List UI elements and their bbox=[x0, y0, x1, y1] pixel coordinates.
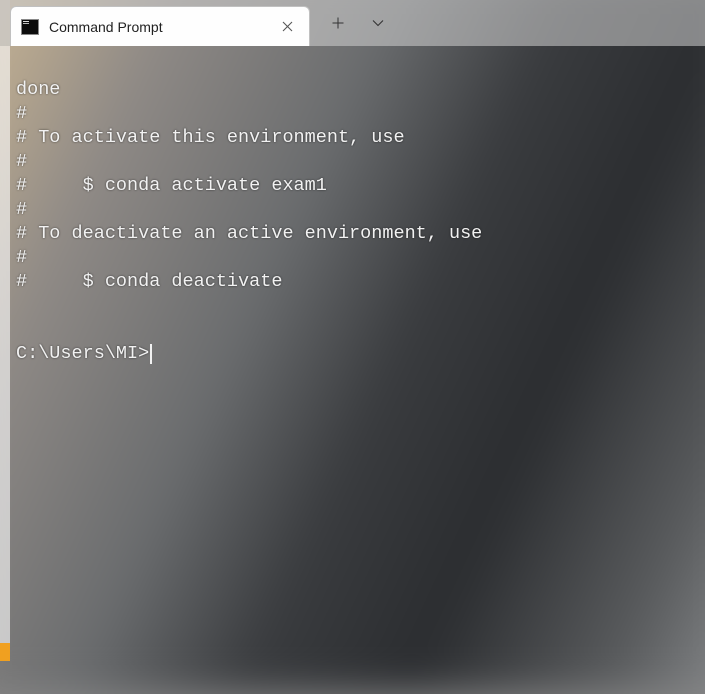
terminal-line: # bbox=[16, 151, 27, 172]
tabbar-actions bbox=[310, 0, 394, 46]
tab-bar: Command Prompt bbox=[0, 0, 705, 46]
text-cursor bbox=[150, 344, 152, 364]
terminal-line: # To deactivate an active environment, u… bbox=[16, 223, 482, 244]
terminal-line: # $ conda deactivate bbox=[16, 271, 282, 292]
terminal-line: # bbox=[16, 247, 27, 268]
chevron-down-icon bbox=[372, 19, 384, 27]
plus-icon bbox=[332, 17, 344, 29]
prompt-line: C:\Users\MI> bbox=[16, 342, 699, 366]
terminal-viewport[interactable]: done # # To activate this environment, u… bbox=[10, 46, 705, 661]
tab-command-prompt[interactable]: Command Prompt bbox=[10, 6, 310, 46]
tab-dropdown-button[interactable] bbox=[362, 7, 394, 39]
terminal-line: done bbox=[16, 79, 60, 100]
terminal-line: # To activate this environment, use bbox=[16, 127, 405, 148]
window-left-edge bbox=[0, 46, 10, 661]
terminal-line: # bbox=[16, 199, 27, 220]
close-icon bbox=[282, 21, 293, 32]
tabbar-left-padding bbox=[0, 0, 10, 46]
tab-title: Command Prompt bbox=[49, 19, 265, 35]
terminal-line: # $ conda activate exam1 bbox=[16, 175, 327, 196]
prompt-text: C:\Users\MI> bbox=[16, 342, 149, 366]
new-tab-button[interactable] bbox=[322, 7, 354, 39]
terminal-line: # bbox=[16, 103, 27, 124]
command-prompt-icon bbox=[21, 19, 39, 35]
taskbar-accent bbox=[0, 643, 10, 661]
tab-close-button[interactable] bbox=[275, 15, 299, 39]
